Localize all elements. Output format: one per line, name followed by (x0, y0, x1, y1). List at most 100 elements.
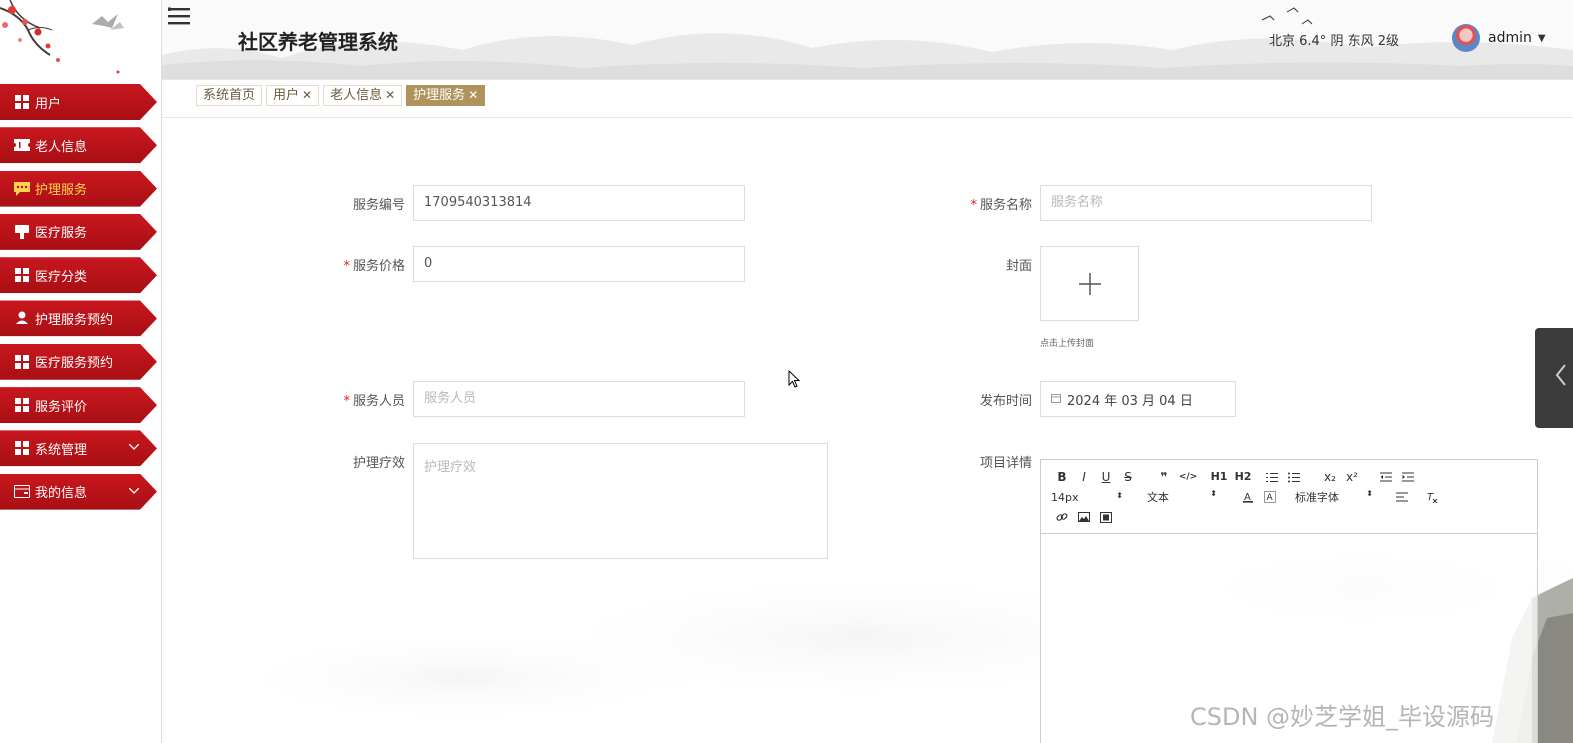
align-icon[interactable] (1391, 488, 1413, 506)
italic-button[interactable]: I (1073, 468, 1095, 486)
image-icon[interactable] (1073, 508, 1095, 526)
cover-upload-tip: 点击上传封面 (1040, 339, 1095, 349)
sidebar-item-label: 我的信息 (35, 486, 88, 502)
sidebar-item-service-review[interactable]: 服务评价 (0, 387, 157, 424)
ordered-list-icon[interactable] (1261, 468, 1283, 486)
grid-icon (14, 268, 30, 283)
indent-icon[interactable] (1397, 468, 1419, 486)
toolbar-row-selects: 14px ⬍ 文本 ⬍ A A 标准字体 ⬍ T (1051, 488, 1443, 506)
font-size-value: 14px (1051, 490, 1079, 504)
stamp-icon (14, 224, 30, 239)
outdent-icon[interactable] (1375, 468, 1397, 486)
sidebar-item-label: 老人信息 (35, 139, 88, 155)
plum-blossom-decoration (0, 0, 124, 74)
service-name-field[interactable]: 服务名称 (1040, 185, 1372, 221)
tab-bar: 系统首页 用户 ✕ 老人信息 ✕ 护理服务 ✕ (162, 80, 1573, 118)
label-text: 服务人员 (352, 394, 405, 409)
sidebar-item-medical-category[interactable]: 医疗分类 (0, 257, 157, 294)
tab-home[interactable]: 系统首页 (196, 85, 263, 106)
sidebar-item-users[interactable]: 用户 (0, 84, 157, 120)
cover-upload-button[interactable] (1040, 246, 1139, 321)
price-field[interactable]: 0 (413, 246, 745, 282)
strike-button[interactable]: S (1117, 468, 1139, 486)
editor-toolbar: B I U S ❞ </> H1 H2 x₂ x² 14px ⬍ 文本 ⬍ A … (1041, 460, 1537, 534)
heading1-button[interactable]: H1 (1207, 468, 1231, 486)
sidebar-item-medical-booking[interactable]: 医疗服务预约 (0, 343, 157, 380)
label-text: 服务价格 (352, 259, 405, 274)
underline-button[interactable]: U (1095, 468, 1117, 486)
tab-users[interactable]: 用户 ✕ (266, 85, 320, 106)
clear-format-icon[interactable]: T (1421, 488, 1443, 506)
font-family-value: 标准字体 (1295, 491, 1339, 504)
toolbar-row-formatting: B I U S ❞ </> H1 H2 x₂ x² (1051, 468, 1419, 486)
top-header: 社区养老管理系统 北京 6.4° 阴 东风 2级 admin ▼ (162, 0, 1573, 80)
label-text: 服务名称 (979, 198, 1032, 213)
publish-time-label: 发布时间 (912, 390, 1032, 409)
staff-field[interactable]: 服务人员 (413, 381, 745, 417)
tab-elderly-info[interactable]: 老人信息 ✕ (323, 85, 403, 106)
header-value: 文本 (1147, 491, 1169, 504)
code-block-button[interactable]: </> (1175, 468, 1201, 486)
effect-textarea[interactable]: 护理疗效 (413, 443, 828, 559)
select-arrows-icon: ⬍ (1366, 489, 1373, 498)
tab-label: 护理服务 (413, 88, 466, 103)
bullet-list-icon[interactable] (1283, 468, 1305, 486)
sidebar-item-nursing-service[interactable]: 护理服务 (0, 170, 157, 207)
close-icon[interactable]: ✕ (302, 86, 312, 105)
grid-icon (14, 441, 30, 456)
sidebar-item-label: 服务评价 (35, 399, 88, 415)
toolbar-row-media (1051, 508, 1117, 526)
publish-time-picker[interactable]: 2024 年 03 月 04 日 (1040, 381, 1236, 417)
sidebar-item-nursing-booking[interactable]: 护理服务预约 (0, 300, 157, 337)
menu-toggle-icon[interactable] (168, 6, 192, 28)
user-menu[interactable]: admin ▼ (1452, 24, 1546, 52)
close-icon[interactable]: ✕ (385, 86, 395, 105)
app-title: 社区养老管理系统 (238, 30, 398, 54)
calendar-icon (1051, 393, 1061, 406)
sidebar-item-medical-service[interactable]: 医疗服务 (0, 213, 157, 250)
required-mark: * (343, 259, 350, 274)
bold-button[interactable]: B (1051, 468, 1073, 486)
sidebar-item-label: 医疗服务 (35, 226, 88, 242)
heading2-button[interactable]: H2 (1231, 468, 1255, 486)
font-size-select[interactable]: 14px ⬍ (1051, 491, 1123, 504)
side-panel-toggle[interactable] (1535, 328, 1573, 428)
grid-icon (14, 354, 30, 369)
sidebar-item-label: 护理服务预约 (35, 312, 114, 328)
background-color-icon[interactable]: A (1259, 488, 1281, 506)
header-select[interactable]: 文本 ⬍ (1147, 489, 1217, 505)
user-name: admin (1488, 30, 1532, 46)
service-no-field[interactable]: 1709540313814 (413, 185, 745, 221)
chevron-down-icon (128, 486, 140, 497)
font-family-select[interactable]: 标准字体 ⬍ (1295, 489, 1373, 505)
label-text: 封面 (1005, 259, 1032, 274)
select-arrows-icon: ⬍ (1116, 490, 1123, 500)
font-color-icon[interactable]: A (1237, 488, 1259, 506)
blockquote-button[interactable]: ❞ (1153, 468, 1175, 486)
chevron-down-icon (128, 442, 140, 453)
card-icon (14, 485, 30, 499)
tab-nursing-service[interactable]: 护理服务 ✕ (406, 85, 486, 106)
link-icon[interactable] (1051, 508, 1073, 526)
video-icon[interactable] (1095, 508, 1117, 526)
price-label: * 服务价格 (285, 255, 405, 274)
sidebar-item-label: 用户 (35, 96, 62, 112)
sidebar-item-elderly-info[interactable]: 老人信息 (0, 127, 157, 164)
sidebar-item-label: 护理服务 (35, 183, 88, 199)
close-icon[interactable]: ✕ (468, 86, 478, 105)
superscript-button[interactable]: x² (1341, 468, 1363, 486)
main-content: 服务编号 1709540313814 * 服务名称 服务名称 * 服务价格 0 封面… (162, 118, 1573, 743)
label-text: 发布时间 (979, 394, 1032, 409)
sidebar-item-label: 系统管理 (35, 442, 88, 458)
sidebar-item-system-management[interactable]: 系统管理 (0, 430, 157, 467)
effect-label: 护理疗效 (285, 452, 405, 471)
label-text: 服务编号 (352, 198, 405, 213)
sidebar-item-my-info[interactable]: 我的信息 (0, 473, 157, 510)
svg-text:T: T (1427, 492, 1434, 503)
plus-icon (1078, 272, 1101, 295)
weather-info: 北京 6.4° 阴 东风 2级 (1269, 34, 1399, 49)
mouse-cursor-icon (788, 370, 800, 388)
sidebar-menu: 用户 老人信息 护理服务 医疗服务 医疗分类 护理服务预约 医疗服务预约 服务评… (0, 84, 160, 517)
chat-icon (14, 181, 30, 196)
subscript-button[interactable]: x₂ (1319, 468, 1341, 486)
